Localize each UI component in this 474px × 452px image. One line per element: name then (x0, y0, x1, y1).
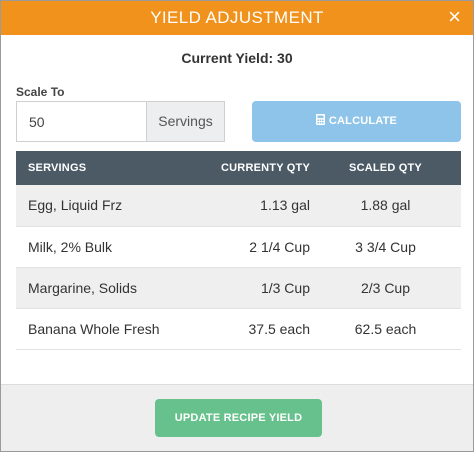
current-qty: 1.13 gal (260, 197, 310, 214)
table-row: Milk, 2% Bulk 2 1/4 Cup 3 3/4 Cup (16, 226, 461, 267)
current-qty: 2 1/4 Cup (249, 238, 310, 255)
dialog-header: YIELD ADJUSTMENT × (1, 1, 473, 35)
table-row: Egg, Liquid Frz 1.13 gal 1.88 gal (16, 185, 461, 226)
ingredient-name: Milk, 2% Bulk (28, 238, 113, 255)
scale-to-label: Scale To (16, 85, 65, 99)
table-row: Margarine, Solids 1/3 Cup 2/3 Cup (16, 267, 461, 308)
header-servings: SERVINGS (28, 162, 87, 174)
close-icon[interactable]: × (448, 1, 461, 33)
scale-to-input[interactable] (16, 101, 147, 142)
table-header-row: SERVINGS CURRENTY QTY SCALED QTY (16, 151, 461, 185)
table-row: Banana Whole Fresh 37.5 each 62.5 each (16, 308, 461, 349)
scaled-qty: 2/3 Cup (360, 279, 411, 296)
dialog-footer: UPDATE RECIPE YIELD (1, 384, 473, 451)
scaled-qty: 62.5 each (354, 320, 417, 337)
header-current-qty: CURRENTY QTY (221, 162, 310, 174)
ingredient-name: Margarine, Solids (28, 279, 137, 296)
header-scaled-qty: SCALED QTY (349, 162, 422, 174)
calculate-label: CALCULATE (328, 115, 398, 127)
dialog-title: YIELD ADJUSTMENT (150, 8, 324, 27)
current-qty: 37.5 each (248, 320, 311, 337)
ingredient-name: Egg, Liquid Frz (28, 197, 123, 214)
current-yield: Current Yield: 30 (181, 50, 293, 66)
scaled-qty: 3 3/4 Cup (355, 238, 416, 255)
current-qty: 1/3 Cup (260, 279, 310, 296)
yield-table: SERVINGS CURRENTY QTY SCALED QTY Egg, Li… (16, 151, 461, 350)
calculator-icon (315, 102, 325, 143)
update-recipe-yield-button[interactable]: UPDATE RECIPE YIELD (155, 399, 322, 437)
calculate-button[interactable]: CALCULATE (252, 101, 461, 142)
ingredient-name: Banana Whole Fresh (28, 320, 160, 337)
servings-addon: Servings (146, 101, 225, 142)
yield-adjustment-dialog: YIELD ADJUSTMENT × Current Yield: 30 Sca… (0, 0, 474, 452)
scaled-qty: 1.88 gal (360, 197, 411, 214)
